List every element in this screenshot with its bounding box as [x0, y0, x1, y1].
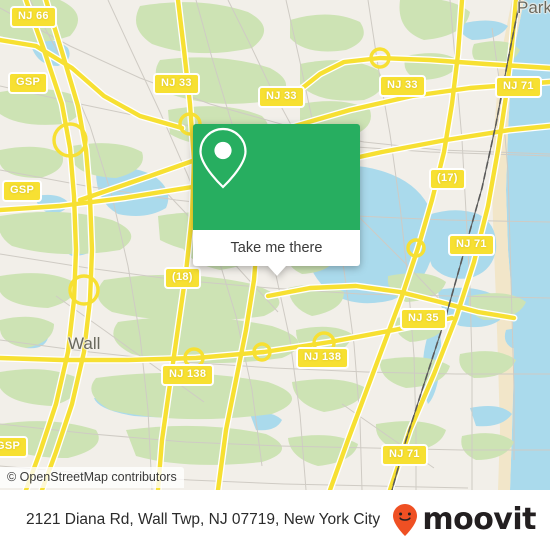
- road-shield: NJ 33: [258, 86, 305, 108]
- map-pin-icon: [199, 127, 247, 189]
- road-shield: NJ 71: [448, 234, 495, 256]
- place-label: Wall: [68, 334, 101, 353]
- take-me-there-label: Take me there: [230, 240, 323, 256]
- road-shield: NJ 138: [161, 364, 215, 386]
- road-shield: NJ 33: [379, 75, 426, 97]
- moovit-map-screen: NJ 66 GSP NJ 33 NJ 33 NJ 33 NJ 71 GSP (17) NJ 71…: [0, 0, 550, 550]
- moovit-wordmark: moovit: [422, 502, 536, 537]
- road-shield: NJ 33: [153, 73, 200, 95]
- location-popup-card[interactable]: Take me there: [193, 124, 360, 276]
- road-shield: GSP: [2, 180, 43, 202]
- popup-tail: [267, 266, 286, 276]
- road-shield: (18): [164, 267, 201, 289]
- road-shield: (17): [429, 168, 466, 190]
- road-shield: NJ 35: [400, 308, 447, 330]
- footer-bar: 2121 Diana Rd, Wall Twp, NJ 07719, New Y…: [0, 490, 550, 550]
- moovit-pin-smiley-icon: [393, 504, 418, 536]
- road-shield: GSP: [0, 436, 29, 458]
- map-canvas[interactable]: NJ 66 GSP NJ 33 NJ 33 NJ 33 NJ 71 GSP (17) NJ 71…: [0, 0, 550, 490]
- osm-attribution[interactable]: © OpenStreetMap contributors: [0, 467, 184, 488]
- road-shield: NJ 71: [381, 444, 428, 466]
- road-shield: NJ 138: [296, 347, 350, 369]
- address-text: 2121 Diana Rd, Wall Twp, NJ 07719, New Y…: [26, 511, 381, 528]
- road-shield: GSP: [8, 72, 49, 94]
- road-shield: NJ 66: [10, 6, 57, 28]
- popup-icon-area: [193, 124, 360, 230]
- take-me-there-button[interactable]: Take me there: [193, 230, 360, 266]
- road-shield: NJ 71: [495, 76, 542, 98]
- place-label: Park: [517, 0, 550, 17]
- moovit-logo[interactable]: moovit: [392, 503, 536, 537]
